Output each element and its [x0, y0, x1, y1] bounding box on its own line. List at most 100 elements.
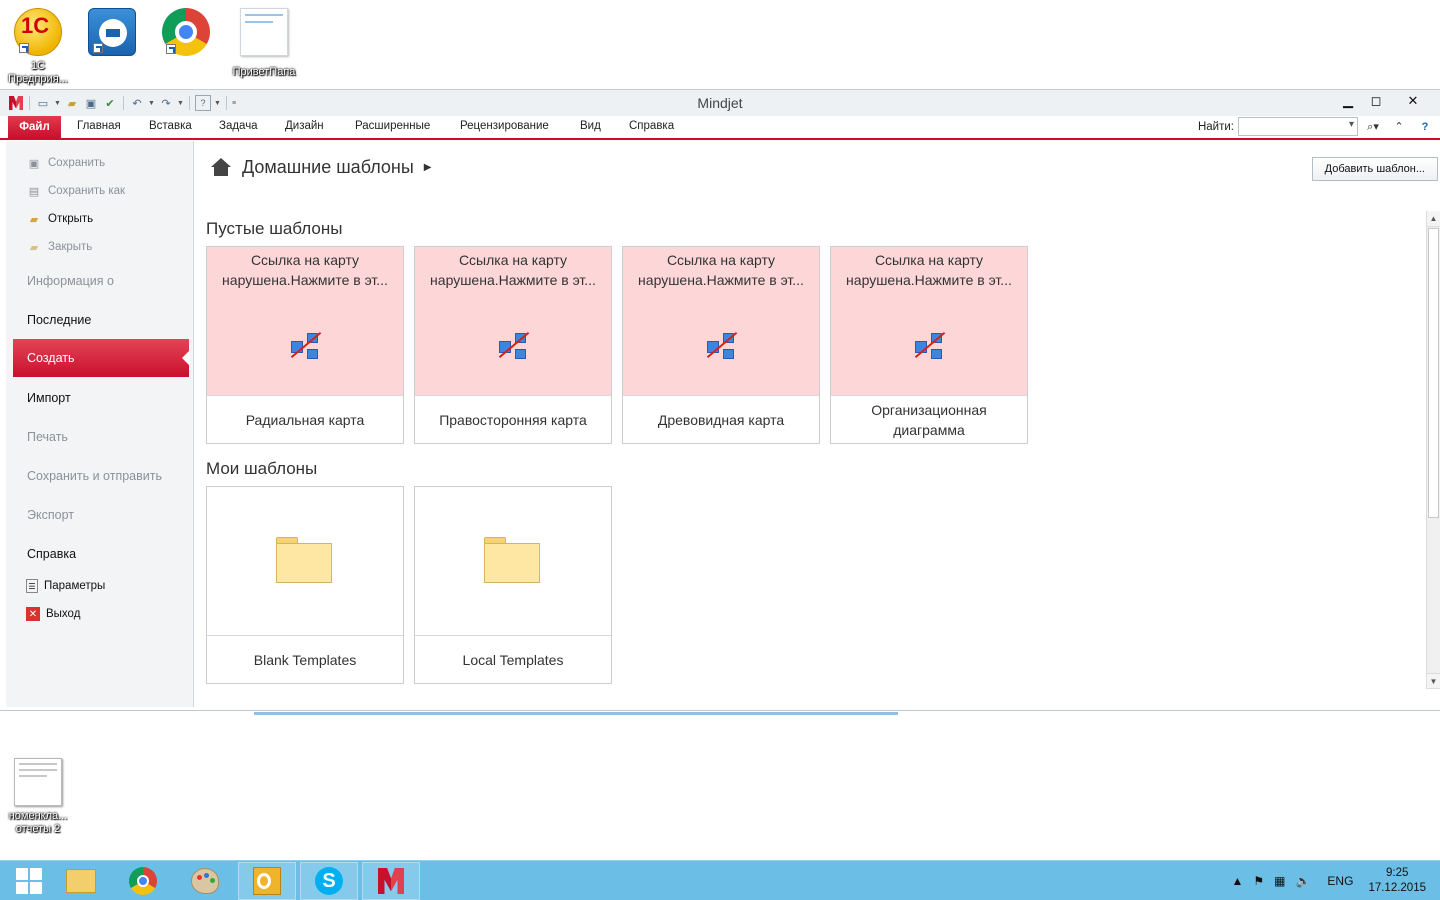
- backstage-save-as[interactable]: ▤ Сохранить как: [26, 183, 214, 199]
- backstage-export[interactable]: Экспорт: [27, 508, 215, 522]
- template-label: Древовидная карта: [657, 412, 785, 428]
- chevron-right-icon[interactable]: ▶: [424, 162, 432, 173]
- backstage-save-as-label: Сохранить как: [48, 185, 126, 197]
- broken-link-message: нарушена.Нажмите в эт...: [222, 272, 388, 288]
- backstage-print[interactable]: Печать: [27, 430, 215, 444]
- outlook-icon: [253, 867, 281, 895]
- template-thumbnail: [415, 487, 611, 636]
- backstage-recent[interactable]: Последние: [27, 313, 215, 327]
- backstage-create[interactable]: Создать: [13, 339, 190, 377]
- desktop-icon-label: 1С: [30, 60, 46, 72]
- taskbar-paint[interactable]: [176, 862, 234, 900]
- add-template-button[interactable]: Добавить шаблон...: [1311, 157, 1438, 181]
- template-thumbnail: Ссылка на карту нарушена.Нажмите в эт...: [415, 247, 611, 396]
- scrollbar-thumb[interactable]: [1428, 228, 1439, 518]
- template-label: Радиальная карта: [245, 412, 365, 428]
- desktop-icon-nomenclature[interactable]: номенкла... отчеты 2: [0, 758, 76, 836]
- taskbar-outlook[interactable]: [238, 862, 296, 900]
- template-folder-local[interactable]: Local Templates: [414, 486, 612, 684]
- template-thumbnail: Ссылка на карту нарушена.Нажмите в эт...: [207, 247, 403, 396]
- tab-home[interactable]: Главная: [77, 120, 121, 132]
- binoculars-icon[interactable]: ⌕▾: [1362, 118, 1384, 136]
- find-input[interactable]: [1238, 117, 1358, 136]
- mindjet-window: ▭ ▼ ▰ ▣ ✔ ↶ ▼ ↷ ▼ ? ▼ ≡ Mindjet ▁ ◻ ✕ Фа…: [0, 89, 1440, 711]
- help-icon[interactable]: ?: [1414, 118, 1436, 136]
- taskbar-skype[interactable]: S: [300, 862, 358, 900]
- template-card-right[interactable]: Ссылка на карту нарушена.Нажмите в эт... …: [414, 246, 612, 444]
- mindjet-logo-icon: [378, 868, 404, 894]
- template-label: Local Templates: [462, 652, 564, 668]
- backstage-import[interactable]: Импорт: [27, 391, 215, 405]
- taskbar-explorer[interactable]: [52, 862, 110, 900]
- chrome-icon: [162, 8, 210, 56]
- close-button[interactable]: ✕: [1390, 90, 1436, 112]
- vertical-scrollbar[interactable]: ▲ ▼: [1426, 211, 1440, 689]
- collapse-ribbon-icon[interactable]: ⌃: [1388, 118, 1410, 136]
- title-bar: ▭ ▼ ▰ ▣ ✔ ↶ ▼ ↷ ▼ ? ▼ ≡ Mindjet ▁ ◻ ✕: [0, 89, 1440, 116]
- 1c-icon: 1С: [14, 8, 62, 56]
- desktop-icon-1c[interactable]: 1С 1С Предприя...: [0, 8, 76, 86]
- breadcrumb-label[interactable]: Домашние шаблоны: [242, 157, 414, 178]
- backstage-close[interactable]: ▰ Закрыть: [26, 239, 214, 255]
- backstage-nav: ▣ Сохранить ▤ Сохранить как ▰ Открыть ▰ …: [6, 141, 194, 707]
- system-tray: ▲ ⚑ ▦ 🔈 ENG 9:25 17.12.2015: [1226, 861, 1440, 900]
- folder-icon: [484, 537, 540, 583]
- template-card-tree[interactable]: Ссылка на карту нарушена.Нажмите в эт... …: [622, 246, 820, 444]
- save-as-icon: ▤: [28, 185, 40, 198]
- start-button[interactable]: [0, 862, 58, 900]
- clock-time: 9:25: [1386, 867, 1409, 879]
- backstage-save-send[interactable]: Сохранить и отправить: [27, 469, 215, 483]
- backstage-info[interactable]: Информация о: [27, 274, 215, 288]
- taskbar-chrome[interactable]: [114, 862, 172, 900]
- taskbar-mindjet[interactable]: [362, 862, 420, 900]
- template-card-org[interactable]: Ссылка на карту нарушена.Нажмите в эт... …: [830, 246, 1028, 444]
- tab-file[interactable]: Файл: [8, 116, 61, 138]
- backstage-options-label: Параметры: [44, 580, 106, 592]
- clock[interactable]: 9:25 17.12.2015: [1368, 866, 1426, 896]
- backstage-save[interactable]: ▣ Сохранить: [26, 155, 214, 171]
- template-label: Организационная диаграмма: [871, 402, 987, 438]
- backstage-open[interactable]: ▰ Открыть: [26, 211, 214, 227]
- desktop-icon-chrome[interactable]: [148, 8, 224, 60]
- desktop-icon-label: отчеты 2: [15, 823, 61, 835]
- tab-help[interactable]: Справка: [629, 120, 674, 132]
- scroll-down-icon[interactable]: ▼: [1427, 673, 1440, 689]
- template-card-radial[interactable]: Ссылка на карту нарушена.Нажмите в эт... …: [206, 246, 404, 444]
- desktop-icon-document[interactable]: ПриветПапа: [226, 8, 302, 79]
- broken-map-icon: [497, 331, 531, 361]
- tab-advanced[interactable]: Расширенные: [355, 120, 430, 132]
- backstage-options[interactable]: ☰ Параметры: [26, 579, 214, 593]
- backstage-help[interactable]: Справка: [27, 547, 215, 561]
- minimize-button[interactable]: ▁: [1334, 90, 1362, 112]
- flag-icon[interactable]: ⚑: [1253, 874, 1264, 888]
- window-controls: ▁ ◻ ✕: [1334, 90, 1436, 112]
- tab-task[interactable]: Задача: [219, 120, 258, 132]
- broken-link-message: нарушена.Нажмите в эт...: [430, 272, 596, 288]
- show-hidden-icons-icon[interactable]: ▲: [1231, 874, 1243, 888]
- taskbar: S ▲ ⚑ ▦ 🔈 ENG 9:25 17.12.2015: [0, 860, 1440, 900]
- backstage-exit[interactable]: ✕ Выход: [26, 607, 214, 621]
- backstage-view: ▣ Сохранить ▤ Сохранить как ▰ Открыть ▰ …: [0, 141, 1440, 711]
- find-label: Найти:: [1197, 120, 1234, 133]
- tab-review[interactable]: Рецензирование: [460, 120, 549, 132]
- template-label: Blank Templates: [253, 652, 357, 668]
- skype-icon: S: [315, 867, 343, 895]
- broken-link-message: Ссылка на карту: [458, 252, 568, 268]
- language-indicator[interactable]: ENG: [1327, 874, 1353, 888]
- desktop-icon-teamviewer[interactable]: [74, 8, 150, 60]
- home-icon[interactable]: [210, 157, 232, 178]
- tab-insert[interactable]: Вставка: [149, 120, 192, 132]
- tab-design[interactable]: Дизайн: [285, 120, 324, 132]
- exit-icon: ✕: [26, 607, 40, 621]
- template-folder-blank[interactable]: Blank Templates: [206, 486, 404, 684]
- broken-link-message: Ссылка на карту: [250, 252, 360, 268]
- scroll-up-icon[interactable]: ▲: [1427, 211, 1440, 227]
- network-icon[interactable]: ▦: [1274, 874, 1285, 888]
- desktop-icon-label: номенкла...: [8, 810, 68, 822]
- window-edge-highlight: [254, 712, 898, 715]
- backstage-close-label: Закрыть: [48, 241, 93, 253]
- find-box: Найти: ⌕▾ ⌃ ?: [1198, 117, 1436, 136]
- tab-view[interactable]: Вид: [580, 120, 601, 132]
- volume-icon[interactable]: 🔈: [1295, 874, 1310, 888]
- maximize-button[interactable]: ◻: [1362, 90, 1390, 112]
